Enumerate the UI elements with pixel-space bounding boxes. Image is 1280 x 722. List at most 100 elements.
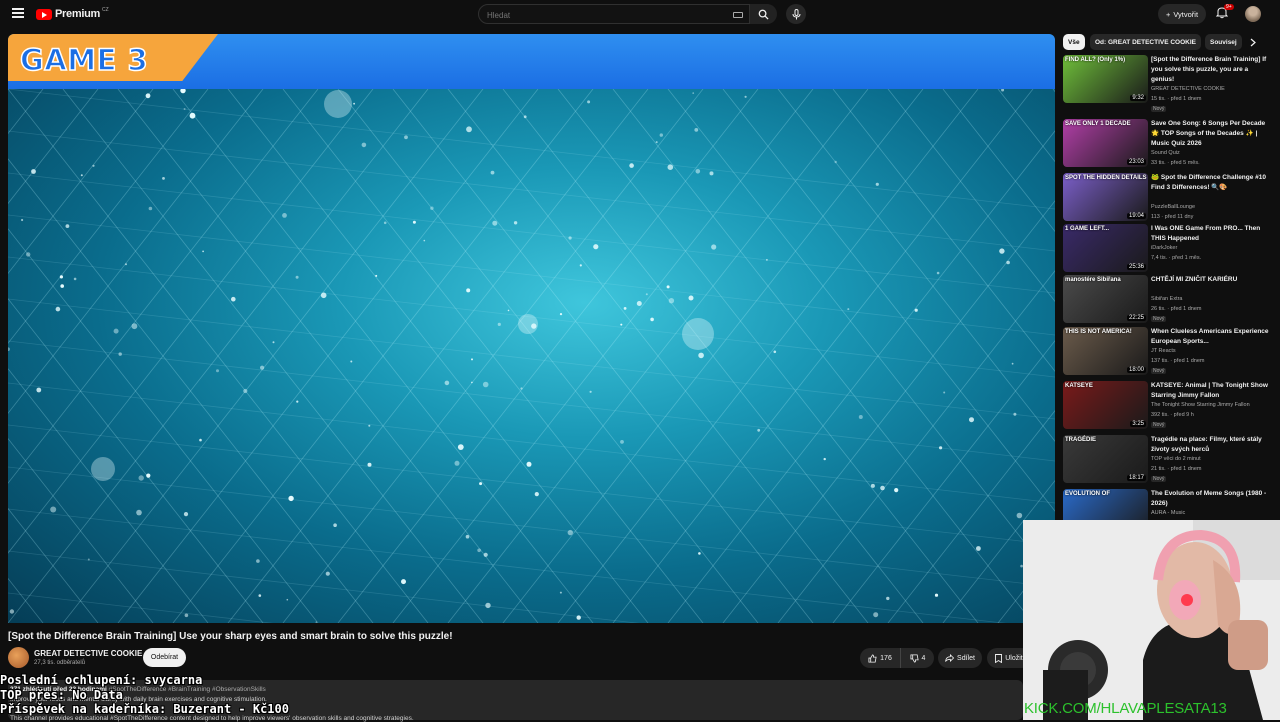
- recommendation-meta: 113 · před 11 dny: [1151, 214, 1193, 220]
- recommendation-channel[interactable]: iDarkJoker: [1151, 245, 1177, 251]
- hashtags[interactable]: #SpotTheDifference #BrainTraining #Obser…: [109, 686, 266, 693]
- youtube-logo[interactable]: Premium CZ: [36, 7, 109, 20]
- account-avatar[interactable]: [1245, 6, 1261, 22]
- channel-name[interactable]: GREAT DETECTIVE COOKIE: [34, 649, 142, 658]
- channel-avatar[interactable]: [8, 647, 29, 668]
- recommendation-title[interactable]: When Clueless Americans Experience Europ…: [1151, 327, 1273, 347]
- video-player[interactable]: GAME 3: [8, 34, 1055, 623]
- menu-icon[interactable]: [12, 8, 24, 18]
- game-banner: GAME 3: [8, 34, 1055, 89]
- share-button[interactable]: Sdílet: [938, 648, 982, 668]
- game-label: GAME 3: [19, 42, 149, 78]
- recommendation-meta: 7,4 tis. · před 1 měs.: [1151, 255, 1201, 261]
- recommendation-channel[interactable]: Sound Quiz: [1151, 150, 1180, 156]
- recommendation-item[interactable]: SAVE ONLY 1 DECADE 23:03 Save One Song: 6 …: [1063, 119, 1275, 169]
- search-input[interactable]: [487, 9, 717, 21]
- video-title: [Spot the Difference Brain Training] Use…: [8, 631, 453, 642]
- stream-overlay-line-1: Poslední ochlupení: svycarna: [0, 673, 203, 687]
- recommendation-thumbnail[interactable]: TRAGÉDIE 18:17: [1063, 435, 1148, 483]
- description-line-2: This channel provides educational #SpotT…: [10, 715, 414, 722]
- duration-badge: 18:00: [1126, 367, 1146, 373]
- channel-subscribers: 27,3 tis. odběratelů: [34, 660, 86, 666]
- chevron-right-icon: [1250, 38, 1256, 46]
- recommendation-title[interactable]: I Was ONE Game From PRO... Then THIS Hap…: [1151, 224, 1273, 244]
- chips-next-button[interactable]: [1246, 34, 1260, 50]
- recommendation-channel[interactable]: PuzzleBallLounge: [1151, 204, 1195, 210]
- chip-from-channel[interactable]: Od: GREAT DETECTIVE COOKIE: [1090, 34, 1201, 50]
- duration-badge: 23:03: [1126, 159, 1146, 165]
- recommendation-title[interactable]: Tragédie na place: Filmy, které stály ži…: [1151, 435, 1273, 455]
- recommendation-meta: 15 tis. · před 1 dnem: [1151, 96, 1201, 102]
- webcam-caption: KICK.COM/HLAVAPLESATA13: [1024, 700, 1227, 717]
- stream-overlay-line-3: Příspěvek na kadeřníka: Buzerant - Kč100: [0, 702, 289, 716]
- recommendation-title[interactable]: [Spot the Difference Brain Training] If …: [1151, 55, 1273, 85]
- duration-badge: 25:36: [1126, 264, 1146, 270]
- recommendation-thumbnail[interactable]: THIS IS NOT AMERICA! 18:00: [1063, 327, 1148, 375]
- recommendation-item[interactable]: manostére Sibiřana 22:25 CHTĚJÍ MI ZNIČIT …: [1063, 275, 1275, 325]
- recommendation-channel[interactable]: GREAT DETECTIVE COOKIE: [1151, 86, 1225, 92]
- chip-all[interactable]: Vše: [1063, 34, 1085, 50]
- search-button[interactable]: [749, 4, 777, 24]
- recommendation-title[interactable]: Save One Song: 6 Songs Per Decade 🌟 TOP …: [1151, 119, 1273, 149]
- recommendation-item[interactable]: KATSEYE 3:25 KATSEYE: Animal | The Tonight…: [1063, 381, 1275, 431]
- voice-search-button[interactable]: [786, 4, 806, 24]
- recommendation-item[interactable]: 1 GAME LEFT... 25:36 I Was ONE Game From P…: [1063, 224, 1275, 274]
- recommendation-views: 15 tis.: [1151, 96, 1166, 102]
- recommendation-age: před 1 dnem: [1170, 96, 1202, 102]
- youtube-play-icon: [36, 8, 52, 20]
- search-icon: [758, 9, 769, 20]
- recommendation-item[interactable]: FIND ALL? (Only 1%) 9:32 [Spot the Differe…: [1063, 55, 1275, 112]
- share-icon: [945, 654, 955, 662]
- recommendation-title[interactable]: The Evolution of Meme Songs (1980 - 2026…: [1151, 489, 1273, 509]
- recommendation-meta: 21 tis. · před 1 dnem: [1151, 466, 1201, 472]
- like-button[interactable]: 176: [860, 648, 901, 668]
- recommendation-channel[interactable]: JT Reacts: [1151, 348, 1176, 354]
- video-frame: [8, 89, 1055, 623]
- recommendation-item[interactable]: THIS IS NOT AMERICA! 18:00 When Clueless A…: [1063, 327, 1275, 377]
- recommendation-thumbnail[interactable]: manostére Sibiřana 22:25: [1063, 275, 1148, 323]
- bookmark-icon: [995, 653, 1003, 663]
- dislike-button[interactable]: 4: [901, 648, 934, 668]
- recommendation-views: 7,4 tis.: [1151, 255, 1168, 261]
- search-box: [478, 4, 777, 24]
- recommendation-meta: 137 tis. · před 1 dnem: [1151, 358, 1205, 364]
- new-badge: Nový: [1151, 368, 1167, 374]
- recommendation-channel[interactable]: The Tonight Show Starring Jimmy Fallon: [1151, 402, 1250, 408]
- microphone-icon: [792, 8, 800, 19]
- recommendation-thumbnail[interactable]: SAVE ONLY 1 DECADE 23:03: [1063, 119, 1148, 167]
- recommendation-thumbnail[interactable]: SPOT THE HIDDEN DETAILS 19:04: [1063, 173, 1148, 221]
- thumbnail-text: SAVE ONLY 1 DECADE: [1065, 121, 1131, 127]
- recommendation-thumbnail[interactable]: 1 GAME LEFT... 25:36: [1063, 224, 1148, 272]
- create-button[interactable]: + Vytvořit: [1158, 4, 1206, 24]
- chip-related[interactable]: Souvisej: [1205, 34, 1242, 50]
- thumbnail-text: 1 GAME LEFT...: [1065, 226, 1110, 232]
- thumbnail-text: EVOLUTION OF: [1065, 491, 1110, 497]
- recommendation-thumbnail[interactable]: KATSEYE 3:25: [1063, 381, 1148, 429]
- new-badge: Nový: [1151, 106, 1167, 112]
- thumbs-up-icon: [868, 653, 877, 663]
- streamer-webcam-image: [1023, 520, 1280, 720]
- recommendation-title[interactable]: CHTĚJÍ MI ZNIČIT KARIÉRU: [1151, 275, 1273, 285]
- duration-badge: 19:04: [1126, 213, 1146, 219]
- subscribe-button[interactable]: Odebírat: [143, 648, 186, 667]
- logo-text: Premium: [55, 8, 100, 20]
- new-badge: Nový: [1151, 316, 1167, 322]
- recommendation-title[interactable]: 🐸 Spot the Difference Challenge #10 Find…: [1151, 173, 1273, 193]
- recommendation-thumbnail[interactable]: FIND ALL? (Only 1%) 9:32: [1063, 55, 1148, 103]
- recommendation-channel[interactable]: Sibiřan Extra: [1151, 296, 1183, 302]
- notifications-button[interactable]: 9+: [1215, 4, 1234, 22]
- recommendation-item[interactable]: SPOT THE HIDDEN DETAILS 19:04 🐸 Spot the D…: [1063, 173, 1275, 223]
- keyboard-icon[interactable]: [733, 12, 743, 18]
- recommendation-item[interactable]: TRAGÉDIE 18:17 Tragédie na place: Filmy, k…: [1063, 435, 1275, 485]
- thumbnail-text: THIS IS NOT AMERICA!: [1065, 329, 1132, 335]
- new-badge: Nový: [1151, 422, 1167, 428]
- duration-badge: 22:25: [1126, 315, 1146, 321]
- thumbnail-text: KATSEYE: [1065, 383, 1093, 389]
- recommendation-views: 21 tis.: [1151, 466, 1166, 472]
- recommendation-item[interactable]: EVOLUTION OF The Evolution of Meme Songs …: [1063, 489, 1275, 537]
- recommendation-title[interactable]: KATSEYE: Animal | The Tonight Show Starr…: [1151, 381, 1273, 401]
- recommendation-channel[interactable]: TOP věci do 2 minut: [1151, 456, 1201, 462]
- recommendation-channel[interactable]: AURA - Music: [1151, 510, 1185, 516]
- thumbnail-text: SPOT THE HIDDEN DETAILS: [1065, 175, 1147, 181]
- duration-badge: 3:25: [1130, 421, 1146, 427]
